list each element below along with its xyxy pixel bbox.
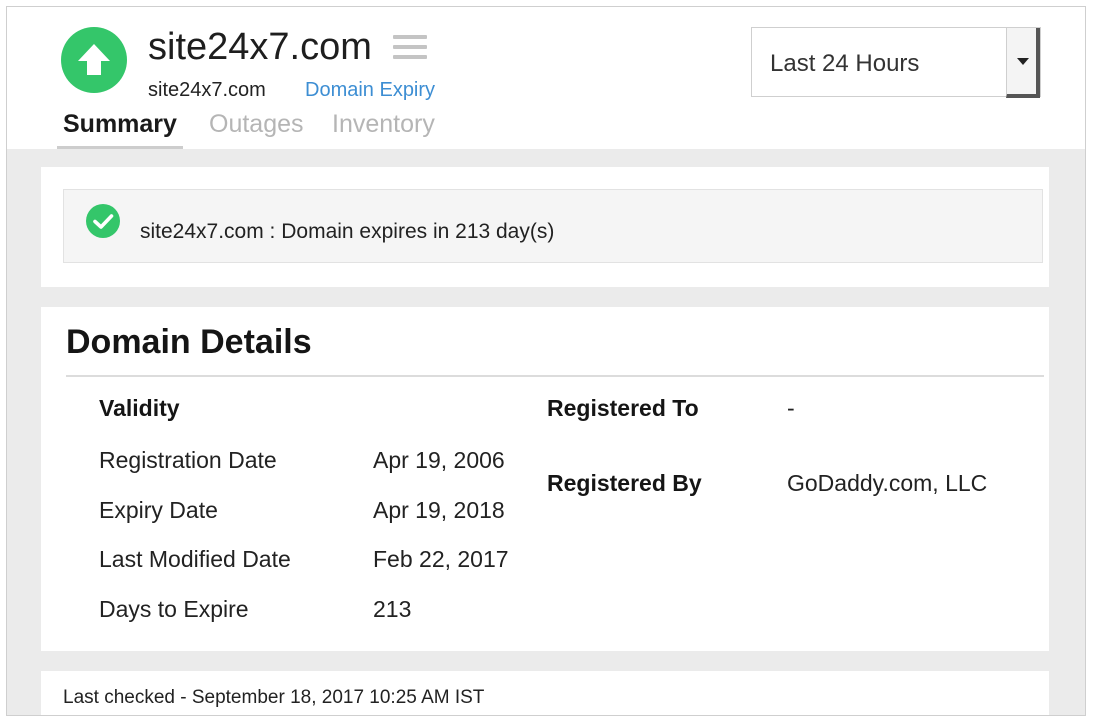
last-modified-date-label: Last Modified Date [99, 546, 291, 572]
status-alert: site24x7.com : Domain expires in 213 day… [63, 189, 1043, 263]
footer-card: Last checked - September 18, 2017 10:25 … [41, 671, 1049, 715]
monitor-title: site24x7.com [148, 26, 372, 68]
registered-by-value: GoDaddy.com, LLC [787, 470, 988, 496]
monitor-window: site24x7.com site24x7.com Domain Expiry … [6, 6, 1086, 716]
hamburger-menu-icon[interactable] [393, 35, 427, 61]
monitor-type-link[interactable]: Domain Expiry [305, 79, 435, 102]
monitor-subtitle: site24x7.com [148, 79, 266, 101]
status-indicator [61, 27, 127, 93]
registration-date-value: Apr 19, 2006 [373, 447, 505, 473]
check-circle-icon [86, 204, 120, 238]
last-checked-timestamp: Last checked - September 18, 2017 10:25 … [63, 687, 485, 708]
expiry-date-value: Apr 19, 2018 [373, 497, 505, 523]
alert-card: site24x7.com : Domain expires in 213 day… [41, 167, 1049, 287]
time-range-select[interactable]: Last 24 Hours [751, 27, 1041, 98]
days-to-expire-label: Days to Expire [99, 596, 249, 622]
divider [66, 375, 1044, 377]
caret-down-icon [1017, 58, 1029, 65]
expiry-date-label: Expiry Date [99, 497, 218, 523]
registered-to-label: Registered To [547, 395, 699, 421]
dropdown-toggle[interactable] [1006, 28, 1040, 98]
tab-summary[interactable]: Summary [57, 107, 183, 151]
days-to-expire-value: 213 [373, 596, 412, 622]
section-title: Domain Details [66, 323, 312, 361]
monitor-header: site24x7.com site24x7.com Domain Expiry … [7, 7, 1085, 151]
content-area: site24x7.com : Domain expires in 213 day… [7, 149, 1085, 715]
registration-date-label: Registration Date [99, 447, 277, 473]
last-modified-date-value: Feb 22, 2017 [373, 546, 509, 572]
arrow-up-icon [78, 44, 110, 75]
validity-heading: Validity [99, 395, 180, 421]
registered-to-value: - [787, 395, 795, 421]
registered-by-label: Registered By [547, 470, 702, 496]
tab-outages[interactable]: Outages [209, 107, 304, 141]
domain-details-card: Domain Details Validity Registration Dat… [41, 307, 1049, 651]
tab-inventory[interactable]: Inventory [332, 107, 435, 141]
alert-message: site24x7.com : Domain expires in 213 day… [140, 220, 555, 243]
time-range-value: Last 24 Hours [770, 50, 920, 77]
